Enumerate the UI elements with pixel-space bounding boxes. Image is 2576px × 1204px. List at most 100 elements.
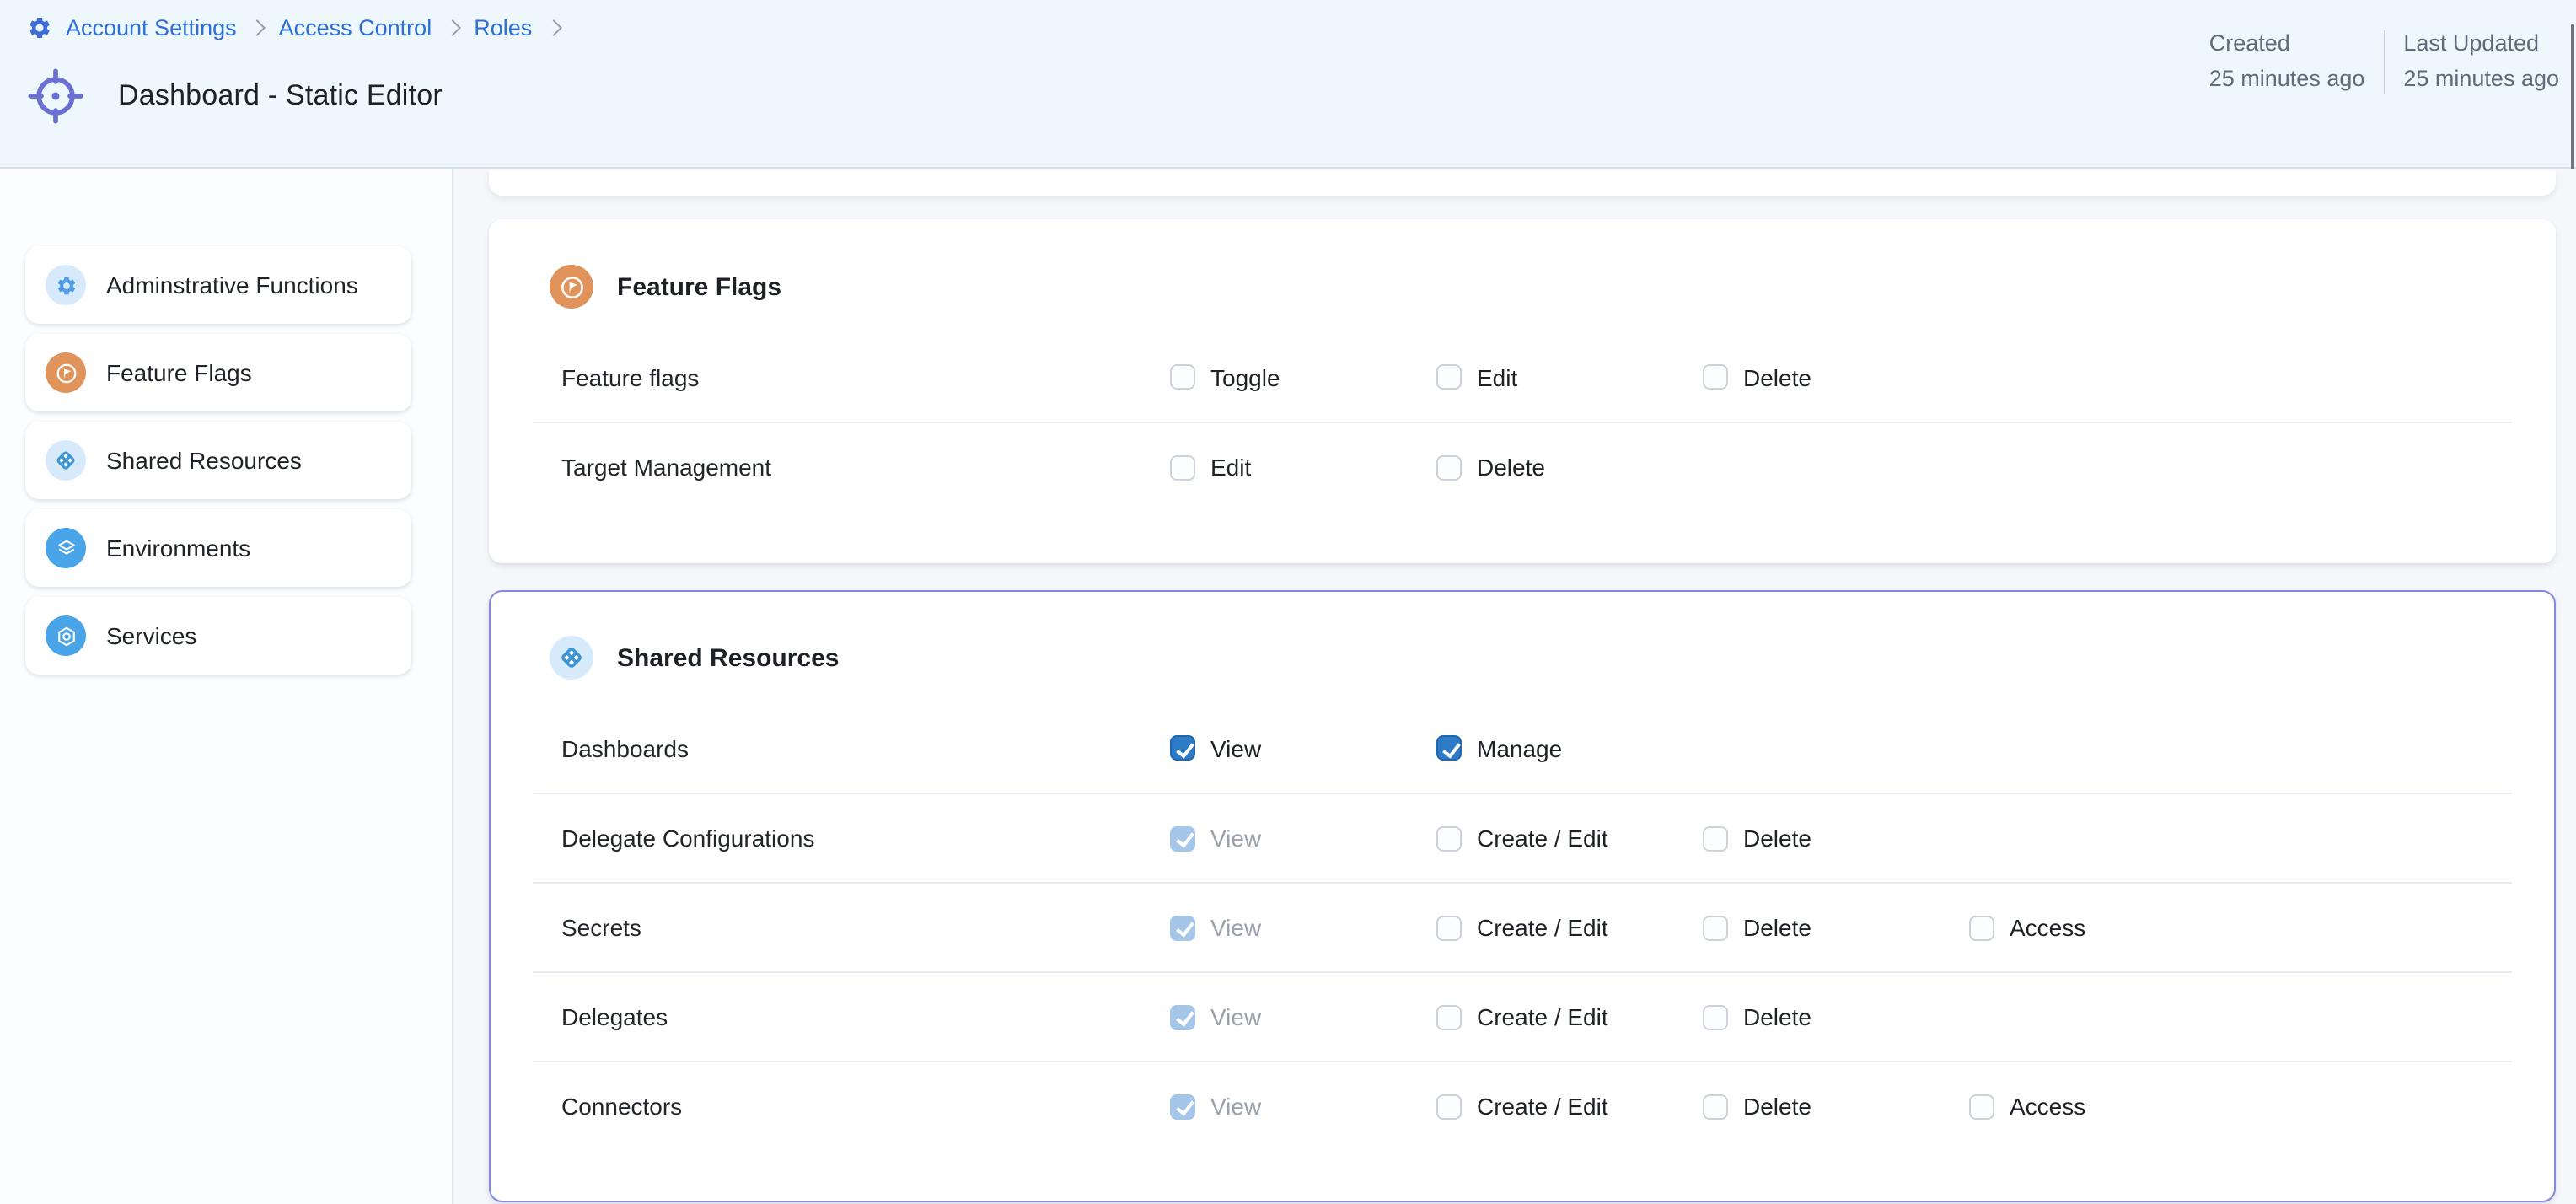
permission-label: Create / Edit [1477,914,1608,941]
checkbox[interactable] [1436,454,1462,480]
card-header: Shared Resources [550,636,2512,680]
role-target-icon [27,67,84,125]
permission-view[interactable]: View [1170,734,1436,761]
checkbox[interactable] [1170,735,1195,761]
permission-label: Delete [1743,825,1811,852]
sidebar-item-administrative-functions[interactable]: Adminstrative Functions [25,246,411,324]
permission-create-edit[interactable]: Create / Edit [1436,1093,1703,1120]
resource-category-sidebar: Adminstrative Functions Feature Flags Sh… [0,169,453,1204]
resource-label: Delegate Configurations [561,825,1170,852]
permission-label: Edit [1210,454,1251,481]
permission-edit[interactable]: Edit [1436,363,1703,390]
page-title: Dashboard - Static Editor [118,79,443,113]
permission-delete[interactable]: Delete [1703,1093,1969,1120]
flag-icon [46,352,86,393]
scrollbar-thumb[interactable] [2571,24,2574,172]
permission-label: View [1210,734,1261,761]
checkbox[interactable] [1703,1004,1728,1029]
card-rows: Dashboards View Manage Delegate Configur… [533,703,2512,1150]
permission-label: Delete [1743,363,1811,390]
resource-label: Delegates [561,1003,1170,1030]
sidebar-item-feature-flags[interactable]: Feature Flags [25,334,411,411]
breadcrumb-chevron-icon [250,19,266,36]
checkbox[interactable] [1703,825,1728,851]
permission-create-edit[interactable]: Create / Edit [1436,825,1703,852]
permission-label: View [1210,825,1261,852]
resource-row: Feature flags Toggle Edit Delete [533,332,2512,422]
permission-label: Delete [1477,454,1545,481]
permission-view: View [1170,1093,1436,1120]
checkbox[interactable] [1436,1004,1462,1029]
resource-label: Dashboards [561,734,1170,761]
diamond-grid-icon [550,636,593,680]
permission-label: Toggle [1210,363,1280,390]
resource-row: Target Management Edit Delete [533,422,2512,511]
meta-info: Created 25 minutes ago Last Updated 25 m… [2209,27,2559,98]
permission-label: Access [2010,1093,2085,1120]
resource-row: Connectors View Create / Edit Delete [533,1061,2512,1150]
checkbox[interactable] [1170,364,1195,390]
checkbox[interactable] [1703,364,1728,390]
permission-toggle[interactable]: Toggle [1170,363,1436,390]
checkbox[interactable] [1436,1094,1462,1119]
flag-icon [550,265,593,309]
breadcrumb-chevron-icon [444,19,461,36]
resource-label: Secrets [561,914,1170,941]
permission-label: Access [2010,914,2085,941]
permission-label: View [1210,914,1261,941]
permission-delete[interactable]: Delete [1436,454,1703,481]
permission-create-edit[interactable]: Create / Edit [1436,914,1703,941]
permission-access[interactable]: Access [1969,914,2235,941]
permission-label: View [1210,1093,1261,1120]
permission-label: Manage [1477,734,1562,761]
checkbox[interactable] [1436,825,1462,851]
permission-delete[interactable]: Delete [1703,363,1969,390]
sidebar-item-services[interactable]: Services [25,597,411,675]
sidebar-item-label: Services [106,622,196,649]
card-rows: Feature flags Toggle Edit Delete [533,332,2512,511]
last-updated-label: Last Updated [2403,27,2559,62]
permission-delete[interactable]: Delete [1703,825,1969,852]
permission-access[interactable]: Access [1969,1093,2235,1120]
permissions-panel: Feature Flags Feature flags Toggle Edit [453,169,2576,1204]
resource-label: Feature flags [561,363,1170,390]
checkbox[interactable] [1170,454,1195,480]
permission-label: Edit [1477,363,1517,390]
checkbox[interactable] [1436,735,1462,761]
partial-card-top [489,170,2556,196]
page-header: Account Settings Access Control Roles Da… [0,0,2576,169]
breadcrumb: Account Settings Access Control Roles [27,15,561,40]
sidebar-item-label: Feature Flags [106,359,252,386]
permission-label: Create / Edit [1477,1093,1608,1120]
breadcrumb-chevron-icon [545,19,561,36]
resource-row: Dashboards View Manage [533,703,2512,793]
checkbox[interactable] [1969,1094,1994,1119]
card-title: Shared Resources [617,643,839,672]
sidebar-item-environments[interactable]: Environments [25,509,411,587]
checkbox [1170,825,1195,851]
permission-label: Create / Edit [1477,825,1608,852]
permission-label: Delete [1743,1093,1811,1120]
permission-create-edit[interactable]: Create / Edit [1436,1003,1703,1030]
created-label: Created [2209,27,2365,62]
feature-flags-card: Feature Flags Feature flags Toggle Edit [489,219,2556,563]
checkbox[interactable] [1436,364,1462,390]
permission-edit[interactable]: Edit [1170,454,1436,481]
checkbox[interactable] [1703,915,1728,940]
permission-delete[interactable]: Delete [1703,914,1969,941]
breadcrumb-link-roles[interactable]: Roles [474,15,532,40]
checkbox[interactable] [1436,915,1462,940]
sidebar-list: Adminstrative Functions Feature Flags Sh… [25,246,411,675]
breadcrumb-link-account-settings[interactable]: Account Settings [66,15,237,40]
created-meta: Created 25 minutes ago [2209,27,2365,98]
permission-manage[interactable]: Manage [1436,734,1703,761]
sidebar-item-shared-resources[interactable]: Shared Resources [25,422,411,499]
permission-delete[interactable]: Delete [1703,1003,1969,1030]
checkbox [1170,915,1195,940]
checkbox[interactable] [1703,1094,1728,1119]
permission-view: View [1170,914,1436,941]
breadcrumb-link-access-control[interactable]: Access Control [279,15,432,40]
permission-view: View [1170,825,1436,852]
checkbox[interactable] [1969,915,1994,940]
gear-icon [46,265,86,305]
